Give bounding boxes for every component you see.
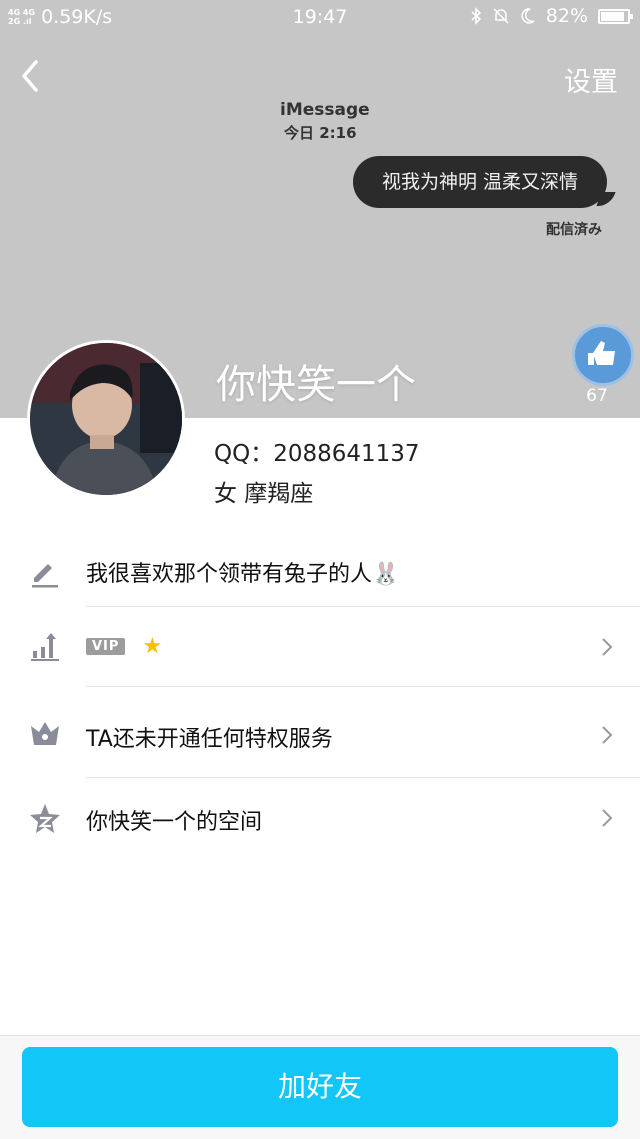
status-bar: 4G 4G 2G .ıl 0.59K/s 19:47 82% [0,0,640,34]
nickname: 你快笑一个 [216,362,416,408]
avatar[interactable] [27,340,185,498]
chevron-right-icon [602,809,613,827]
back-arrow-icon[interactable] [16,58,46,94]
battery-percent: 82% [545,5,588,27]
vip-info: VIP ★ [86,633,162,659]
gender-zodiac: 女 摩羯座 [214,481,314,507]
like-button[interactable] [572,324,634,386]
qzone-star-icon [30,804,60,833]
bluetooth-icon [471,7,481,25]
avatar-photo [30,343,182,495]
level-chart-icon [31,633,59,661]
signature-row[interactable]: 我很喜欢那个领带有兔子的人🐰 [0,540,640,606]
pencil-icon [32,564,58,588]
add-friend-button[interactable]: 加好友 [22,1047,618,1127]
message-bubble: 视我为神明 温柔又深情 [353,156,607,208]
mute-bell-icon [493,8,509,24]
vip-badge: VIP [86,637,126,655]
vip-row[interactable]: VIP ★ [0,607,640,687]
qzone-row[interactable]: 你快笑一个的空间 [0,778,640,858]
imessage-time: 今日 2:16 [284,124,357,142]
signature-text: 我很喜欢那个领带有兔子的人🐰 [86,562,400,587]
qzone-text: 你快笑一个的空间 [86,810,263,835]
chevron-right-icon [602,726,613,744]
qq-number: QQ：2088641137 [214,441,420,467]
star-icon: ★ [142,633,163,659]
chevron-right-icon [602,638,613,656]
battery-icon [598,8,633,24]
like-count: 67 [586,386,608,406]
privilege-text: TA还未开通任何特权服务 [86,727,333,752]
privilege-row[interactable]: TA还未开通任何特权服务 [0,687,640,777]
settings-button[interactable]: 设置 [564,60,618,99]
thumbs-up-icon [588,341,615,365]
moon-icon [521,8,535,24]
imessage-title: iMessage [280,100,370,120]
crown-icon [31,722,59,745]
delivered-label: 配信済み [546,222,602,238]
